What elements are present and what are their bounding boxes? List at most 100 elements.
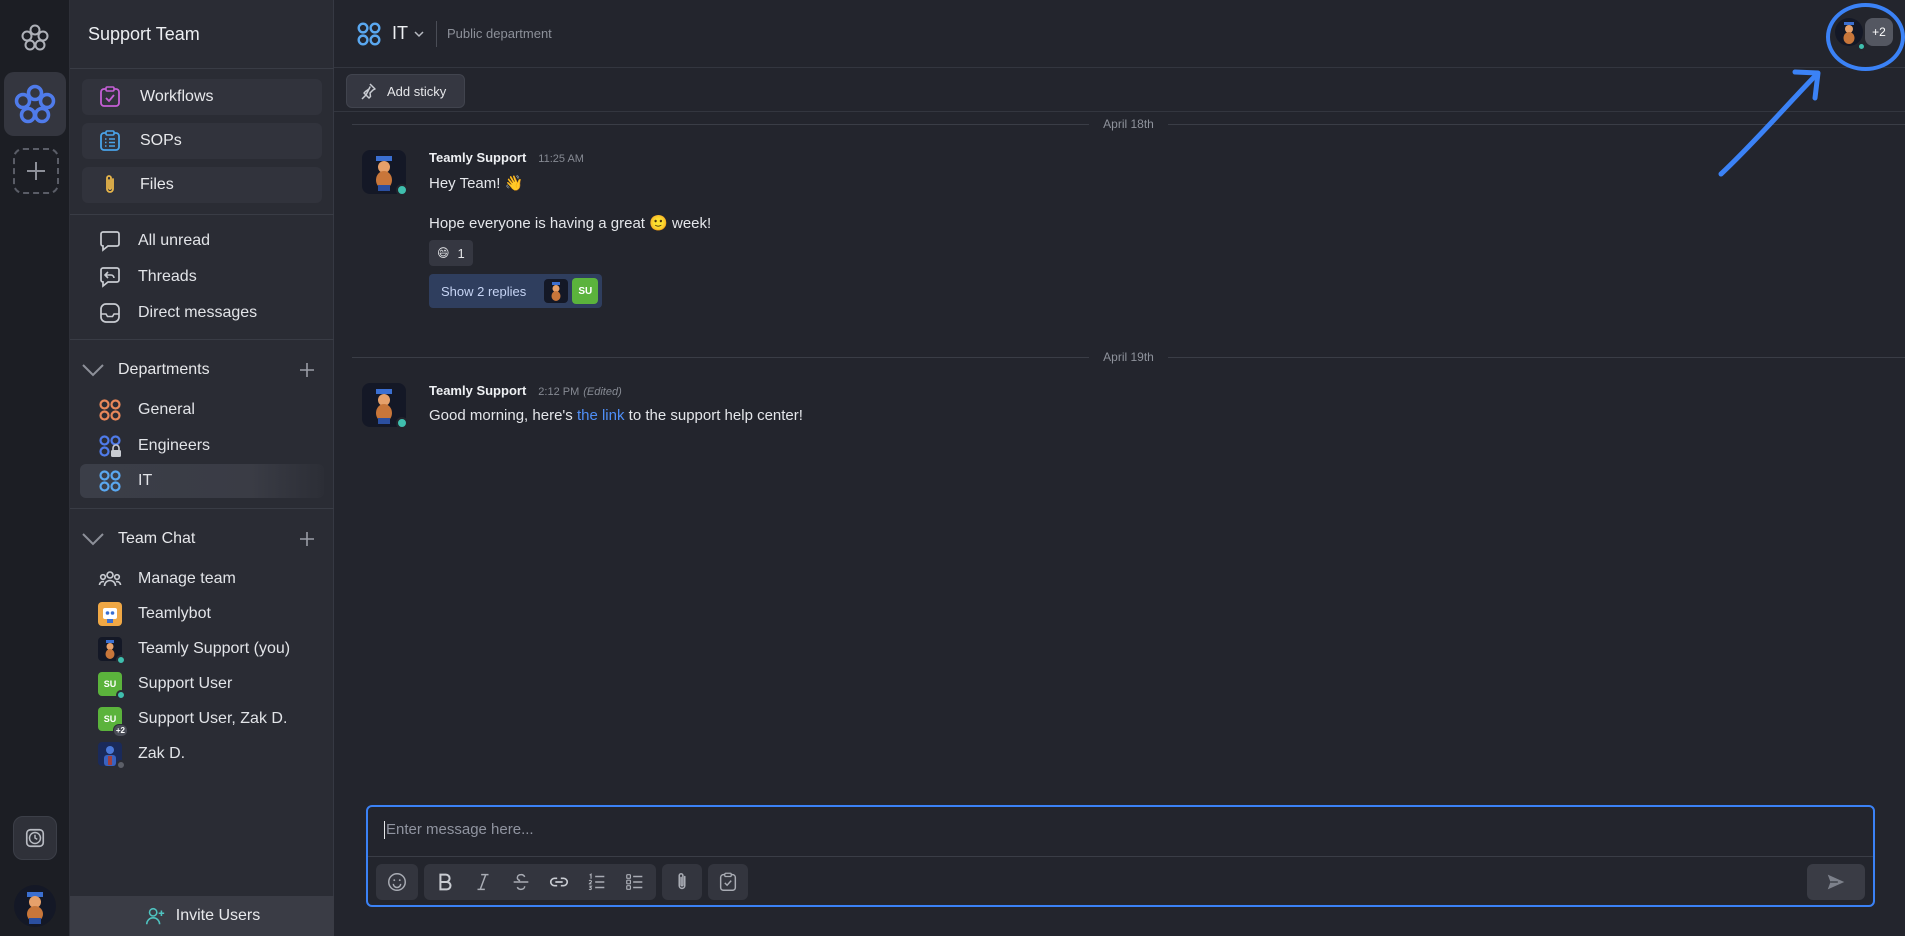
divider bbox=[436, 20, 437, 47]
sidebar-item-workflows[interactable]: Workflows bbox=[82, 79, 322, 115]
message-text: Hope everyone is having a great 🙂 week! bbox=[429, 215, 712, 232]
message-input[interactable]: Enter message here... bbox=[368, 807, 1873, 857]
sidebar-item-manage-team[interactable]: Manage team bbox=[80, 562, 324, 596]
send-button[interactable] bbox=[1807, 864, 1865, 900]
divider bbox=[70, 214, 334, 215]
date-separator: April 18th bbox=[352, 116, 1905, 132]
sidebar-item-it[interactable]: IT bbox=[80, 464, 324, 498]
offline-status-dot bbox=[116, 760, 126, 770]
sidebar-item-label: Manage team bbox=[138, 570, 236, 587]
app-logo-icon[interactable] bbox=[19, 22, 51, 54]
current-user-avatar[interactable] bbox=[14, 885, 56, 927]
date-label: April 18th bbox=[1103, 117, 1154, 131]
paperclip-icon bbox=[678, 872, 686, 890]
numbered-list-button[interactable] bbox=[578, 864, 616, 900]
sidebar-item-group-chat[interactable]: SU +2 Support User, Zak D. bbox=[80, 702, 324, 737]
emoji-button[interactable] bbox=[378, 864, 416, 900]
teamly-support-avatar bbox=[98, 637, 126, 665]
sidebar-item-files[interactable]: Files bbox=[82, 167, 322, 203]
section-title: Team Chat bbox=[118, 530, 196, 547]
support-user-avatar: SU bbox=[98, 672, 126, 700]
attach-workflow-button[interactable] bbox=[710, 864, 746, 900]
add-workspace-button[interactable] bbox=[13, 148, 59, 194]
reaction-count: 1 bbox=[457, 245, 465, 261]
strikethrough-button[interactable] bbox=[502, 864, 540, 900]
thread-icon bbox=[100, 267, 120, 288]
department-icon bbox=[357, 22, 381, 45]
message-composer: Enter message here... bbox=[366, 805, 1875, 907]
departments-section-header[interactable]: Departments bbox=[80, 355, 324, 385]
bold-icon bbox=[439, 873, 452, 891]
sidebar-item-zak[interactable]: Zak D. bbox=[80, 737, 324, 771]
message-author[interactable]: Teamly Support bbox=[429, 150, 526, 165]
sidebar-item-support-user[interactable]: SU Support User bbox=[80, 667, 324, 701]
divider bbox=[70, 68, 334, 69]
bullet-list-button[interactable] bbox=[616, 864, 654, 900]
message-avatar[interactable] bbox=[362, 150, 410, 198]
message-time: 2:12 PM bbox=[538, 386, 580, 398]
message-avatar[interactable] bbox=[362, 383, 410, 431]
chevron-down-icon bbox=[82, 364, 104, 377]
help-center-link[interactable]: the link bbox=[577, 407, 625, 424]
show-replies-button[interactable]: Show 2 replies SU bbox=[429, 274, 603, 308]
sidebar-item-all-unread[interactable]: All unread bbox=[80, 224, 324, 258]
sidebar-item-teamly-support[interactable]: Teamly Support (you) bbox=[80, 632, 324, 666]
zak-avatar bbox=[98, 742, 126, 770]
sidebar-item-direct-messages[interactable]: Direct messages bbox=[80, 296, 324, 330]
online-status-dot bbox=[396, 184, 408, 196]
private-department-icon bbox=[99, 435, 121, 457]
history-button[interactable] bbox=[13, 816, 57, 860]
sidebar-item-label: Support User, Zak D. bbox=[138, 710, 288, 727]
formatting-toolbar bbox=[376, 863, 754, 901]
attach-group bbox=[662, 864, 702, 900]
message-text: Hey Team! 👋 bbox=[429, 175, 524, 192]
workflow-group bbox=[708, 864, 748, 900]
department-icon bbox=[99, 399, 121, 421]
send-icon bbox=[1827, 874, 1845, 890]
sidebar-item-label: All unread bbox=[138, 232, 211, 249]
sidebar-item-label: Teamlybot bbox=[138, 605, 211, 622]
workflow-icon bbox=[100, 86, 120, 107]
channel-title[interactable]: IT bbox=[392, 23, 408, 44]
smiley-icon bbox=[388, 873, 406, 891]
clock-icon bbox=[25, 828, 45, 848]
workspace-logo-icon bbox=[14, 84, 56, 124]
edited-label: (Edited) bbox=[583, 386, 622, 398]
sidebar-item-engineers[interactable]: Engineers bbox=[80, 429, 324, 463]
date-separator: April 19th bbox=[352, 349, 1905, 365]
sidebar-item-general[interactable]: General bbox=[80, 393, 324, 427]
add-chat-icon[interactable] bbox=[298, 530, 316, 548]
channel-description: Public department bbox=[447, 26, 552, 41]
pin-icon bbox=[361, 83, 376, 100]
add-sticky-label: Add sticky bbox=[387, 83, 447, 99]
annotation-arrow-icon bbox=[1718, 69, 1821, 177]
message-author[interactable]: Teamly Support bbox=[429, 383, 526, 398]
italic-button[interactable] bbox=[464, 864, 502, 900]
sidebar-item-label: Threads bbox=[138, 268, 197, 285]
invite-users-button[interactable]: Invite Users bbox=[70, 896, 334, 936]
sidebar-item-sops[interactable]: SOPs bbox=[82, 123, 322, 159]
chevron-down-icon[interactable] bbox=[412, 27, 426, 41]
team-chat-section-header[interactable]: Team Chat bbox=[80, 524, 324, 554]
add-sticky-button[interactable]: Add sticky bbox=[346, 74, 466, 108]
member-count-badge: +2 bbox=[112, 724, 128, 737]
sidebar-item-label: SOPs bbox=[140, 132, 182, 149]
sidebar-item-threads[interactable]: Threads bbox=[80, 260, 324, 294]
link-icon bbox=[549, 877, 569, 887]
bold-button[interactable] bbox=[426, 864, 464, 900]
attach-file-button[interactable] bbox=[664, 864, 700, 900]
link-button[interactable] bbox=[540, 864, 578, 900]
add-department-icon[interactable] bbox=[298, 361, 316, 379]
emoji-group bbox=[376, 864, 418, 900]
channel-header: IT Public department +2 bbox=[334, 0, 1905, 68]
sidebar-item-label: Files bbox=[140, 176, 174, 193]
italic-icon bbox=[477, 873, 489, 891]
divider bbox=[70, 339, 334, 340]
section-title: Departments bbox=[118, 361, 210, 378]
team-name[interactable]: Support Team bbox=[88, 24, 200, 45]
workspace-switcher-support-team[interactable] bbox=[4, 72, 66, 136]
sidebar-item-teamlybot[interactable]: Teamlybot bbox=[80, 597, 324, 631]
reaction-chip[interactable]: 😄 1 bbox=[429, 240, 473, 266]
reply-avatar-su: SU bbox=[572, 278, 599, 304]
message-text: Good morning, here's the link to the sup… bbox=[429, 407, 803, 424]
